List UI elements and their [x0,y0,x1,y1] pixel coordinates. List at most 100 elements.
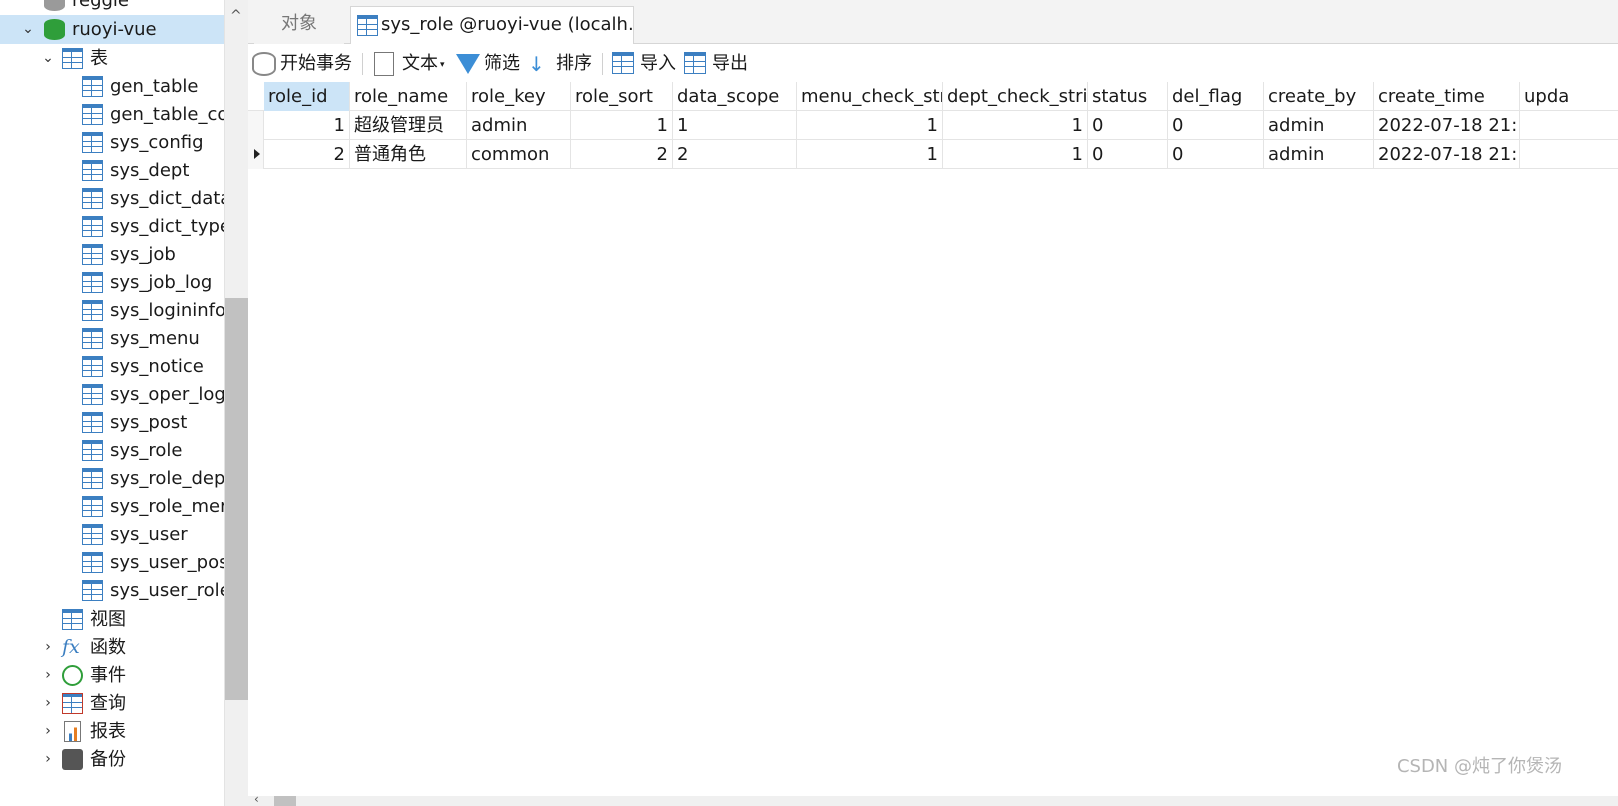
column-header-del-flag[interactable]: del_flag [1168,82,1264,111]
export-button[interactable]: 导出 [684,50,750,78]
tree-group-reports[interactable]: › 报表 [0,717,224,746]
tree-group-backups[interactable]: › 备份 [0,745,224,774]
tree-item-table[interactable]: sys_user_role [0,576,224,605]
chevron-right-icon[interactable]: › [40,689,56,718]
column-header-update-by[interactable]: upda [1520,82,1618,111]
tree-item-reggie[interactable]: reggie [0,0,224,15]
tree-item-label: 查询 [90,693,126,714]
cell-role-sort[interactable]: 2 [571,140,673,169]
tree-item-table[interactable]: sys_role_dep [0,464,224,493]
import-button[interactable]: 导入 [612,50,678,78]
tree-item-table[interactable]: sys_logininfo [0,296,224,325]
tree-item-table[interactable]: gen_table [0,72,224,101]
cell-create-time[interactable]: 2022-07-18 21:1 [1374,140,1520,169]
tree-item-table[interactable]: sys_job [0,240,224,269]
query-icon [62,693,83,714]
tree-group-queries[interactable]: › 查询 [0,689,224,718]
column-header-dept-check-strictly[interactable]: dept_check_strict [943,82,1088,111]
tree-item-table[interactable]: sys_user_pos [0,548,224,577]
text-button[interactable]: 文本 ▾ [374,50,450,78]
column-header-role-sort[interactable]: role_sort [571,82,673,111]
tree-group-functions[interactable]: › fx 函数 [0,633,224,662]
cell-menu-check-strictly[interactable]: 1 [797,111,943,140]
cell-create-by[interactable]: admin [1264,111,1374,140]
table-row[interactable]: 1 超级管理员 admin 1 1 1 1 0 0 admin 2022-07-… [248,111,1618,140]
column-header-data-scope[interactable]: data_scope [673,82,797,111]
cell-role-name[interactable]: 普通角色 [350,140,467,169]
cell-update-by[interactable] [1520,140,1618,169]
column-header-role-name[interactable]: role_name [350,82,467,111]
cell-menu-check-strictly[interactable]: 1 [797,140,943,169]
tree-group-events[interactable]: › 事件 [0,661,224,690]
grid-horizontal-scrollbar[interactable]: ‹ [248,792,1618,806]
table-row[interactable]: 2 普通角色 common 2 2 1 1 0 0 admin 2022-07-… [248,140,1618,169]
tree-item-table[interactable]: sys_config [0,128,224,157]
tree-item-table[interactable]: sys_job_log [0,268,224,297]
tree-item-table[interactable]: sys_dept [0,156,224,185]
column-header-status[interactable]: status [1088,82,1168,111]
cell-update-by[interactable] [1520,111,1618,140]
cell-role-key[interactable]: admin [467,111,571,140]
column-header-create-by[interactable]: create_by [1264,82,1374,111]
tree-group-views[interactable]: 视图 [0,605,224,634]
cell-status[interactable]: 0 [1088,140,1168,169]
database-icon [44,0,65,11]
row-selector-current[interactable] [248,140,264,169]
caret-down-icon[interactable]: ▾ [440,51,445,79]
cell-create-by[interactable]: admin [1264,140,1374,169]
filter-icon [456,54,480,74]
cell-role-id[interactable]: 2 [264,140,350,169]
cell-data-scope[interactable]: 2 [673,140,797,169]
cell-data-scope[interactable]: 1 [673,111,797,140]
cell-role-name[interactable]: 超级管理员 [350,111,467,140]
tree-item-label: sys_user_pos [110,552,224,573]
cell-del-flag[interactable]: 0 [1168,140,1264,169]
scrollbar-thumb[interactable] [225,298,249,700]
chevron-down-icon[interactable]: ⌄ [40,44,56,73]
tree-item-table[interactable]: sys_oper_log [0,380,224,409]
chevron-right-icon[interactable]: › [40,745,56,774]
scroll-left-arrow-icon[interactable]: ‹ [254,792,259,806]
column-header-create-time[interactable]: create_time [1374,82,1520,111]
tree-item-table[interactable]: sys_user [0,520,224,549]
scrollbar-thumb[interactable] [274,796,296,806]
chevron-right-icon[interactable]: › [40,661,56,690]
cell-status[interactable]: 0 [1088,111,1168,140]
cell-dept-check-strictly[interactable]: 1 [943,140,1088,169]
cell-role-id[interactable]: 1 [264,111,350,140]
tree-item-table[interactable]: sys_dict_type [0,212,224,241]
tree-vertical-scrollbar[interactable]: ^ [224,0,249,806]
tree-item-table[interactable]: sys_post [0,408,224,437]
tab-objects[interactable]: 对象 [254,6,344,44]
tree-group-tables[interactable]: ⌄ 表 [0,44,224,73]
tab-sys-role[interactable]: sys_role @ruoyi-vue (localh... [350,6,634,44]
cell-role-key[interactable]: common [467,140,571,169]
tree-item-table[interactable]: gen_table_co [0,100,224,129]
begin-transaction-button[interactable]: 开始事务 [252,50,354,78]
watermark: CSDN @炖了你煲汤 [1396,756,1562,777]
navigator-tree[interactable]: reggie ⌄ ruoyi-vue ⌄ 表 gen_table gen_tab… [0,0,224,806]
column-header-role-id[interactable]: role_id [264,82,350,111]
tree-item-table[interactable]: sys_notice [0,352,224,381]
row-selector[interactable] [248,111,264,140]
cell-del-flag[interactable]: 0 [1168,111,1264,140]
data-grid[interactable]: role_id role_name role_key role_sort dat… [248,82,1618,796]
chevron-right-icon[interactable]: › [40,717,56,746]
filter-button[interactable]: 筛选 [456,50,522,78]
tree-item-database[interactable]: ⌄ ruoyi-vue [0,15,224,44]
tree-item-table[interactable]: sys_role_mer [0,492,224,521]
chevron-down-icon[interactable]: ⌄ [20,15,36,44]
scroll-up-arrow-icon[interactable]: ^ [230,8,242,24]
tree-item-table[interactable]: sys_dict_data [0,184,224,213]
cell-dept-check-strictly[interactable]: 1 [943,111,1088,140]
tree-item-label: sys_dict_type [110,216,224,237]
cell-create-time[interactable]: 2022-07-18 21:1 [1374,111,1520,140]
tree-item-table[interactable]: sys_role [0,436,224,465]
column-header-role-key[interactable]: role_key [467,82,571,111]
sort-button[interactable]: ↓ 排序 [528,50,594,78]
tree-item-table[interactable]: sys_menu [0,324,224,353]
transaction-icon [252,52,276,76]
cell-role-sort[interactable]: 1 [571,111,673,140]
column-header-menu-check-strictly[interactable]: menu_check_stric [797,82,943,111]
chevron-right-icon[interactable]: › [40,633,56,662]
